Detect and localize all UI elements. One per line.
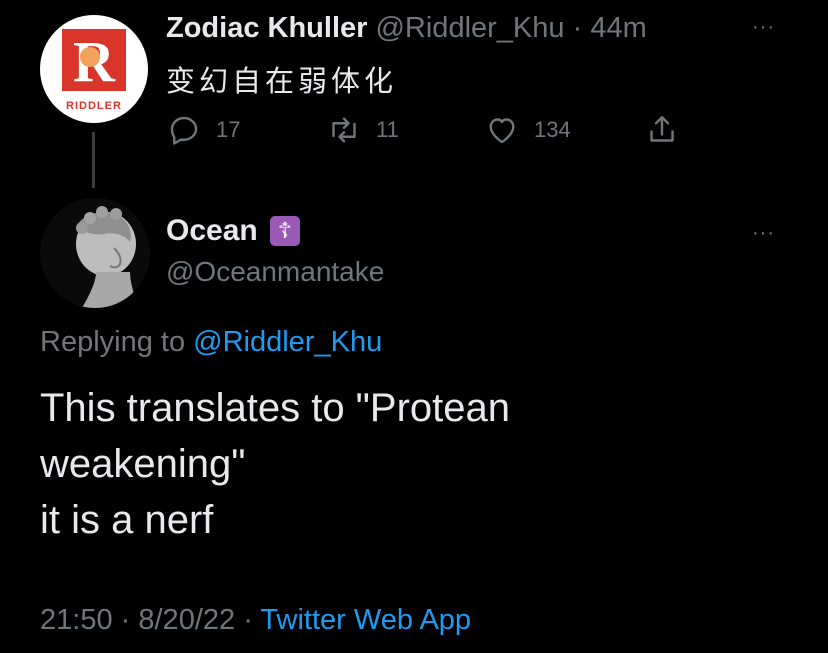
parent-display-name[interactable]: Zodiac Khuller [166, 12, 367, 44]
retweet-count: 11 [376, 117, 399, 142]
thread-connector-line [92, 132, 95, 188]
parent-more-options-icon[interactable]: ··· [752, 16, 775, 39]
reply-text-line: This translates to "Protean [40, 386, 510, 430]
tweet-date[interactable]: 8/20/22 [138, 604, 235, 636]
replying-to-line: Replying to @Riddler_Khu [40, 326, 382, 359]
meta-separator: · [243, 604, 253, 636]
share-button[interactable] [644, 112, 680, 148]
parent-time-ago[interactable]: 44m [590, 12, 646, 44]
replying-to-prefix: Replying to [40, 326, 186, 358]
like-button[interactable]: 134 [484, 112, 571, 148]
parent-tweet-text: 变幻自在弱体化 [166, 66, 398, 98]
header-separator: · [572, 12, 583, 44]
reply-tweet-text: This translates to "Protean weakening" i… [40, 380, 780, 548]
like-count: 134 [534, 117, 571, 142]
reply-handle[interactable]: @Oceanmantake [166, 256, 384, 288]
riddler-logo: R RIDDLER [62, 29, 126, 112]
meta-separator: · [120, 604, 131, 636]
share-icon [650, 116, 674, 142]
tweet-meta: 21:50 · 8/20/22 · Twitter Web App [40, 604, 471, 637]
reply-more-options-icon[interactable]: ··· [752, 222, 775, 245]
parent-handle[interactable]: @Riddler_Khu [375, 12, 564, 44]
riddler-avatar[interactable]: R RIDDLER [40, 15, 148, 123]
reply-count: 17 [216, 117, 241, 142]
ocean-avatar[interactable] [40, 198, 150, 308]
statue-bust-image [40, 198, 150, 308]
retweet-icon [332, 117, 356, 143]
parent-action-bar: 17 11 134 [166, 112, 686, 152]
reply-display-name-row: Ocean ☦ [166, 214, 300, 248]
tweet-source-link[interactable]: Twitter Web App [260, 604, 471, 636]
parent-tweet-header: Zodiac Khuller @Riddler_Khu · 44m [166, 12, 647, 45]
replying-to-handle-link[interactable]: @Riddler_Khu [193, 326, 382, 358]
reply-button[interactable]: 17 [166, 112, 240, 148]
retweet-button[interactable]: 11 [326, 112, 399, 148]
tweet-time[interactable]: 21:50 [40, 604, 113, 636]
reply-icon [170, 116, 198, 145]
svg-text:RIDDLER: RIDDLER [66, 100, 122, 112]
heart-icon [489, 118, 515, 144]
reply-display-name[interactable]: Ocean [166, 214, 258, 248]
orthodox-cross-badge: ☦ [269, 216, 300, 246]
reply-text-line: weakening" [40, 442, 246, 486]
reply-text-line: it is a nerf [40, 498, 214, 542]
